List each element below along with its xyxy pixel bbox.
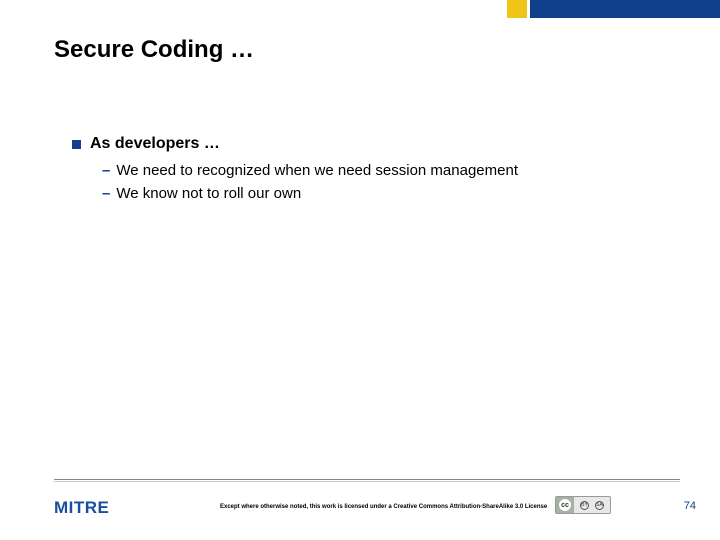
footer-divider-shadow <box>54 481 680 482</box>
list-item: – We need to recognized when we need ses… <box>102 161 680 181</box>
list-item: – We know not to roll our own <box>102 184 680 204</box>
dash-bullet-icon: – <box>102 161 110 181</box>
header-accent-bar <box>507 0 720 18</box>
page-number: 74 <box>684 500 696 512</box>
cc-terms-icon: BY SA <box>574 497 610 513</box>
slide-title: Secure Coding … <box>54 36 254 64</box>
cc-logo-icon: cc <box>556 497 574 513</box>
creative-commons-badge: cc BY SA <box>555 496 611 514</box>
cc-by-icon: BY <box>580 501 589 510</box>
footer-divider <box>54 479 680 480</box>
slide-content: As developers … – We need to recognized … <box>72 135 680 206</box>
accent-blue-segment <box>530 0 720 18</box>
license-text: Except where otherwise noted, this work … <box>220 504 547 510</box>
bullet-main: As developers … <box>72 135 680 153</box>
square-bullet-icon <box>72 140 81 149</box>
mitre-logo: MITRE <box>54 498 109 518</box>
dash-bullet-icon: – <box>102 184 110 204</box>
sub-bullet-list: – We need to recognized when we need ses… <box>102 161 680 203</box>
accent-yellow-segment <box>507 0 527 18</box>
main-bullet-text: As developers … <box>90 135 220 153</box>
sub-bullet-text: We need to recognized when we need sessi… <box>116 161 518 181</box>
cc-sa-icon: SA <box>595 501 604 510</box>
sub-bullet-text: We know not to roll our own <box>116 184 301 204</box>
